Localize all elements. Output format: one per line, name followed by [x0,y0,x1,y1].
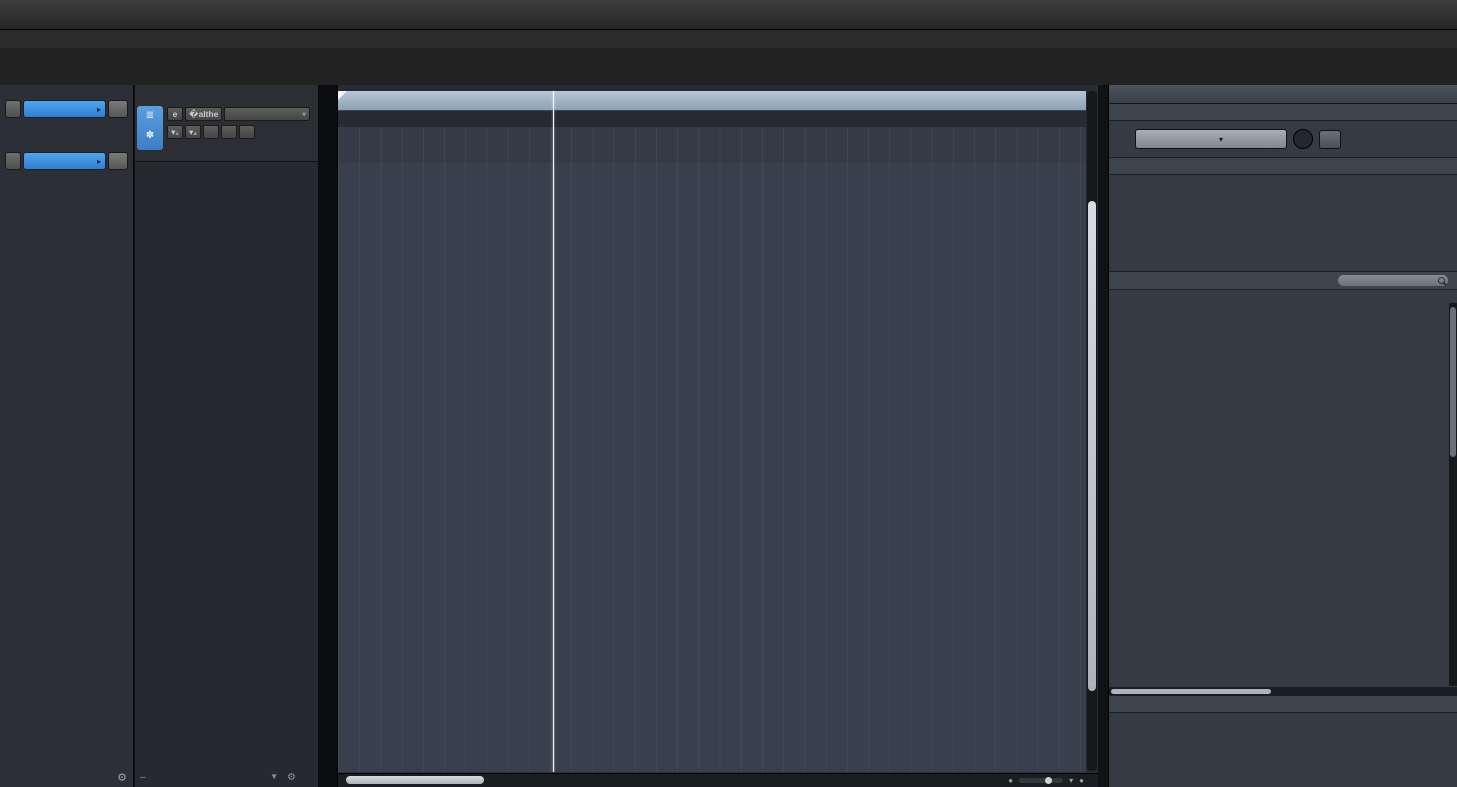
flatten-button[interactable]: ▾₁ [167,125,183,139]
vertical-scrollbar-thumb[interactable] [1088,201,1096,691]
flatten-options-button[interactable]: ▾₂ [185,125,201,139]
inspector-groove-item[interactable]: ▸ [5,152,128,170]
zoom-track-button[interactable] [239,125,255,139]
h-zoom-slider[interactable] [1019,778,1063,783]
arranger-icon-button[interactable]: �althe [185,107,222,121]
groove-agent-item[interactable]: ▸ [23,152,106,170]
arranger-track-header: ≣✽ e �althe ▾ ▾₁ ▾₂ [135,85,318,162]
results-h-scrollbar[interactable] [1109,687,1457,696]
edit-channel-button[interactable] [108,100,128,118]
groove-blank-box [5,152,21,170]
search-input[interactable] [1338,275,1448,286]
edit-instrument-button[interactable] [108,152,128,170]
results-v-scrollbar[interactable] [1449,303,1457,686]
event-lanes [338,163,1086,772]
arranger-edit-button[interactable]: e [167,107,183,121]
horizontal-scrollbar-thumb[interactable] [346,776,484,784]
main-toolbar [0,0,1457,30]
expand-arrow-icon: ▸ [97,157,101,166]
results-h-thumb[interactable] [1111,689,1271,694]
inspector-track-item[interactable]: ▸ [5,100,128,118]
location-dropdown[interactable]: ▾ [1135,129,1287,149]
preview-section-header[interactable] [1109,696,1457,713]
track-list-footer: – ▼ ⚙ [138,772,318,786]
playhead-cursor[interactable] [553,91,554,772]
track-settings-gear-icon[interactable]: ⚙ [287,772,296,783]
track-list-scroll-gutter[interactable] [318,85,338,787]
define-locations-button[interactable] [1319,130,1341,149]
arrange-area: ● ▾ ● [337,85,1098,787]
zoom-controls[interactable]: ● ▾ ● [1008,776,1084,785]
zoom-preset-arrow-icon[interactable]: ▾ [1069,776,1073,785]
inspector-title [0,85,133,90]
expand-arrow-icon: ▸ [97,105,101,114]
mediabay-panel: ▾ [1108,85,1457,787]
zoom-dot-icon: ● [1008,776,1013,785]
inspector-settings-gear-icon[interactable]: ⚙ [117,771,127,784]
v-zoom-dot-icon: ● [1079,776,1084,785]
project-status-bar [0,30,1457,49]
results-header-row [1109,290,1457,304]
inspector-track-name[interactable]: ▸ [23,100,106,118]
horizontal-scrollbar[interactable]: ● ▾ ● [338,773,1098,787]
track-list-panel: ≣✽ e �althe ▾ ▾₁ ▾₂ [135,85,318,787]
ruler-corner-marker [338,91,347,100]
timeline-ruler[interactable] [338,91,1086,111]
preview-area [1109,713,1457,787]
h-zoom-thumb[interactable] [1045,777,1052,784]
arranger-parts-strip[interactable] [338,111,1086,127]
event-info-line [0,48,1457,85]
arranger-chain-dropdown[interactable]: ▾ [224,107,310,121]
vertical-scrollbar[interactable] [1087,91,1097,771]
scan-locations-header[interactable] [1109,104,1457,121]
arranger-row-1: e �althe ▾ [167,107,310,121]
arranger-track-color-tab[interactable]: ≣✽ [137,106,163,150]
shrink-tracks-icon[interactable]: – [140,772,146,783]
results-toolbar [1109,272,1457,290]
results-v-thumb[interactable] [1450,307,1456,457]
add-track-button[interactable] [303,89,316,102]
filter-section-header[interactable] [1109,158,1457,175]
cycle-track-button[interactable] [221,125,237,139]
filter-columns [1109,191,1457,272]
marker-lane[interactable] [338,127,1086,164]
filter-column-headers [1109,175,1457,191]
arranger-row-2: ▾₁ ▾₂ [167,125,255,139]
reset-filter-button[interactable] [1293,129,1313,149]
mediabay-title [1109,85,1457,104]
scroll-down-icon[interactable]: ▼ [270,772,278,781]
track-number-box [5,100,21,118]
inspector-panel: ▸ ▸ ⚙ [0,85,134,787]
mediabay-nav-row: ▾ [1109,121,1457,158]
results-list [1109,304,1457,687]
zeigen-button[interactable] [203,125,219,139]
search-icon [1438,277,1445,284]
